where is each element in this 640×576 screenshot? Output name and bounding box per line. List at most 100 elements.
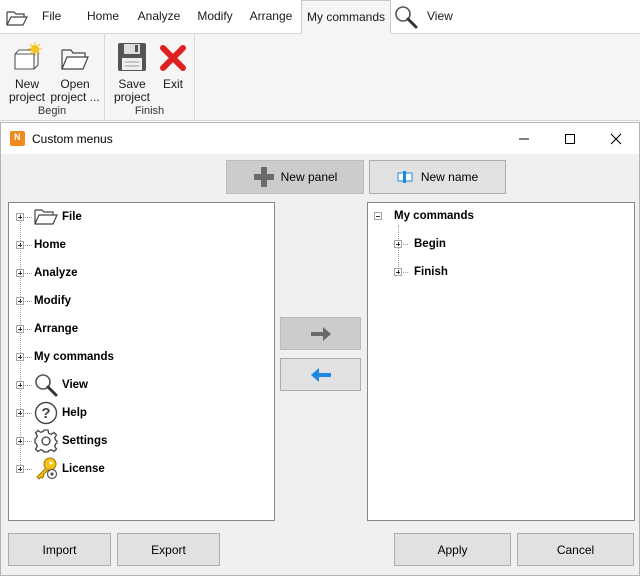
tab-label: Home (86, 9, 119, 23)
app-icon-letter: N (14, 132, 21, 142)
tab-label: My commands (306, 10, 386, 24)
button-label: project (8, 90, 46, 104)
dialog-title: Custom menus (32, 132, 113, 146)
my-commands-tree[interactable]: My commands Begin Finish (367, 202, 635, 521)
export-button[interactable]: Export (117, 533, 220, 566)
tree-node-label: Begin (414, 238, 446, 250)
tab-modify[interactable]: Modify (193, 0, 237, 33)
tree-node-help[interactable]: ? Help (16, 401, 87, 425)
tree-node-view[interactable]: View (16, 374, 88, 397)
button-label: Exit (162, 77, 183, 91)
custom-menus-dialog: N Custom menus New panel New name File Ho… (0, 122, 640, 576)
plus-icon (253, 167, 274, 187)
minimize-icon (519, 138, 529, 139)
ribbon-tabbar: File Home Analyze Modify Arrange My comm… (0, 0, 640, 34)
tree-node-modify[interactable]: Modify (16, 291, 71, 311)
move-right-button[interactable] (280, 317, 361, 350)
key-icon (34, 457, 60, 481)
available-menus-tree[interactable]: File Home Analyze Modify Arrange My commands V… (8, 202, 275, 521)
open-project-button[interactable]: Open project ... (50, 40, 100, 104)
expand-icon[interactable] (16, 325, 24, 333)
tree-node-label: Modify (34, 295, 72, 307)
tree-node-license[interactable]: License (16, 457, 105, 481)
expand-icon[interactable] (16, 241, 24, 249)
tree-node-label: Settings (62, 435, 108, 447)
apply-button[interactable]: Apply (394, 533, 511, 566)
tree-node-file[interactable]: File (16, 207, 82, 227)
rename-icon (397, 171, 413, 183)
tab-label: View (427, 9, 453, 23)
tab-analyze[interactable]: Analyze (134, 0, 184, 33)
cancel-button[interactable]: Cancel (517, 533, 634, 566)
move-left-button[interactable] (280, 358, 361, 391)
import-button[interactable]: Import (8, 533, 111, 566)
expand-icon[interactable] (16, 409, 24, 417)
help-icon: ? (34, 401, 60, 425)
ribbon-panel: New project Open project ... Begin Save … (0, 33, 640, 121)
ribbon-group-begin: New project Open project ... Begin (0, 34, 105, 120)
arrow-right-icon (310, 326, 331, 341)
tree-node-begin[interactable]: Begin (394, 234, 446, 254)
tree-node-arrange[interactable]: Arrange (16, 319, 78, 339)
expand-icon[interactable] (16, 269, 24, 277)
tab-view[interactable]: View (392, 0, 462, 33)
ribbon-group-label: Finish (134, 105, 165, 117)
button-label: project ... (50, 90, 100, 104)
expand-icon[interactable] (394, 268, 402, 276)
ribbon-group-label: Begin (37, 105, 67, 117)
svg-text:?: ? (41, 405, 50, 422)
expand-icon[interactable] (16, 297, 24, 305)
expand-icon[interactable] (16, 381, 24, 389)
tab-file[interactable]: File (0, 0, 70, 33)
ribbon-group-finish: Save project Exit Finish (105, 34, 195, 120)
close-icon (610, 133, 622, 144)
tree-node-my-commands[interactable]: My commands (16, 347, 114, 367)
exit-button[interactable]: Exit (155, 40, 191, 91)
expand-icon[interactable] (16, 437, 24, 445)
close-button[interactable] (593, 123, 639, 154)
tab-label: Analyze (137, 9, 181, 23)
new-project-button[interactable]: New project (6, 40, 48, 104)
folder-open-icon (50, 40, 100, 72)
expand-icon[interactable] (16, 213, 24, 221)
tree-node-finish[interactable]: Finish (394, 262, 448, 282)
tree-node-label: Help (62, 407, 87, 419)
tree-node-label: File (62, 211, 82, 223)
tree-node-label: Analyze (34, 267, 78, 279)
tree-node-settings[interactable]: Settings (16, 429, 108, 453)
maximize-icon (565, 133, 575, 144)
dialog-titlebar[interactable]: N Custom menus (1, 123, 639, 154)
tree-node-label: My commands (394, 210, 474, 222)
collapse-icon[interactable] (374, 212, 382, 220)
maximize-button[interactable] (547, 123, 593, 154)
expand-icon[interactable] (16, 465, 24, 473)
close-icon (155, 40, 191, 72)
new-panel-button[interactable]: New panel (226, 160, 364, 194)
button-label: Cancel (556, 542, 595, 557)
tree-node-label: License (62, 463, 105, 475)
tree-node-label: Finish (414, 266, 448, 278)
expand-icon[interactable] (16, 353, 24, 361)
gear-icon (34, 429, 60, 453)
tab-my-commands[interactable]: My commands (301, 0, 391, 34)
new-name-button[interactable]: New name (369, 160, 506, 194)
tree-node-analyze[interactable]: Analyze (16, 263, 77, 283)
tab-label: Arrange (249, 9, 293, 23)
expand-icon[interactable] (394, 240, 402, 248)
button-label: Apply (437, 542, 468, 557)
tree-node-my-commands[interactable]: My commands (374, 206, 474, 226)
tab-home[interactable]: Home (82, 0, 124, 33)
tree-node-label: Home (34, 239, 66, 251)
save-icon (111, 40, 153, 72)
save-project-button[interactable]: Save project (111, 40, 153, 104)
button-label: New name (420, 170, 479, 184)
tab-label: Modify (197, 9, 233, 23)
new-project-icon (6, 40, 48, 72)
tree-node-home[interactable]: Home (16, 235, 66, 255)
app-icon: N (10, 131, 25, 146)
tab-arrange[interactable]: Arrange (245, 0, 297, 33)
folder-icon (34, 208, 60, 226)
button-label: Import (42, 542, 77, 557)
button-label: New panel (280, 170, 338, 184)
minimize-button[interactable] (501, 123, 547, 154)
